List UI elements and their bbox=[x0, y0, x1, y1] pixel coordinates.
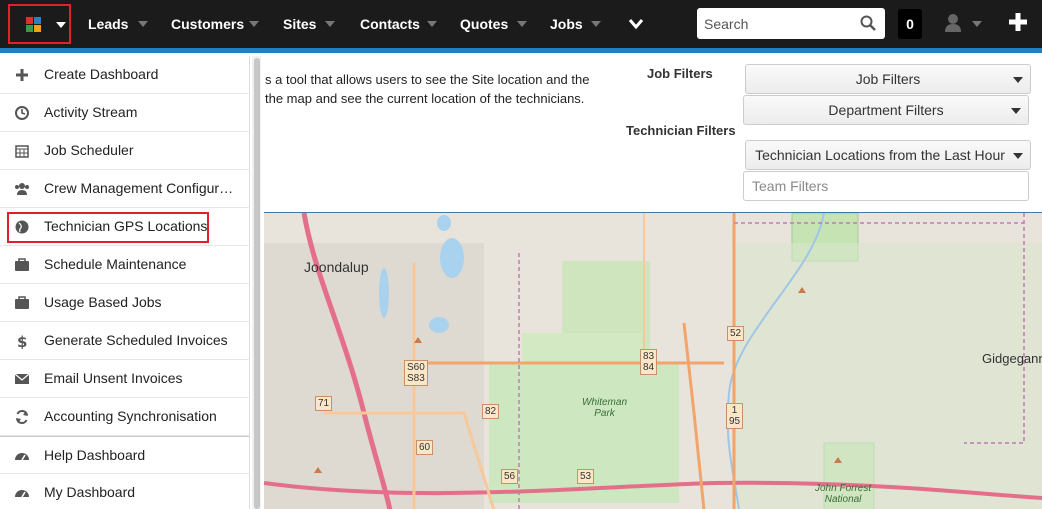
road-shield: S60 S83 bbox=[404, 360, 428, 386]
menu-item-crew-management[interactable]: Crew Management Configurati… bbox=[0, 170, 250, 208]
chevron-down-icon bbox=[1013, 153, 1023, 159]
select-value: Technician Locations from the Last Hour bbox=[755, 147, 1005, 163]
menu-item-usage-based-jobs[interactable]: Usage Based Jobs bbox=[0, 284, 250, 322]
map-label-joondalup: Joondalup bbox=[304, 259, 369, 275]
menu-item-accounting-synchronisation[interactable]: Accounting Synchronisation bbox=[0, 398, 250, 436]
search-input[interactable] bbox=[697, 8, 847, 39]
team-filters-field[interactable] bbox=[743, 171, 1029, 201]
menu-item-job-scheduler[interactable]: Job Scheduler bbox=[0, 132, 250, 170]
menu-item-label: Accounting Synchronisation bbox=[44, 408, 217, 424]
map-label-whiteman-park: Whiteman Park bbox=[582, 397, 628, 419]
job-filters-select[interactable]: Job Filters bbox=[745, 64, 1031, 94]
selection-highlight-box bbox=[7, 212, 209, 243]
briefcase-icon bbox=[15, 296, 29, 309]
nav-sites[interactable]: Sites bbox=[283, 0, 316, 48]
page-description: s a tool that allows users to see the Si… bbox=[265, 70, 589, 108]
svg-text:$: $ bbox=[17, 333, 27, 349]
menu-item-my-dashboard[interactable]: My Dashboard bbox=[0, 474, 250, 509]
dollar-icon: $ bbox=[17, 333, 27, 349]
menu-item-help-dashboard[interactable]: Help Dashboard bbox=[0, 436, 250, 474]
map-label-gidgegannup: Gidgegann bbox=[982, 351, 1042, 366]
briefcase-icon bbox=[15, 258, 29, 271]
road-shield: 56 bbox=[501, 469, 519, 484]
menu-item-label: Email Unsent Invoices bbox=[44, 370, 183, 386]
app-logo-icon bbox=[26, 17, 42, 33]
road-shield: 1 95 bbox=[726, 403, 744, 429]
search-icon[interactable] bbox=[860, 15, 876, 32]
technician-locations-select[interactable]: Technician Locations from the Last Hour bbox=[745, 140, 1031, 170]
plus-icon bbox=[16, 69, 28, 81]
nav-customers[interactable]: Customers bbox=[171, 0, 244, 48]
chevron-down-icon bbox=[56, 22, 66, 28]
chevron-down-icon[interactable] bbox=[517, 21, 527, 27]
menu-item-email-unsent-invoices[interactable]: Email Unsent Invoices bbox=[0, 360, 250, 398]
menu-scrollbar-thumb[interactable] bbox=[254, 58, 260, 509]
road-shield: 83 84 bbox=[640, 349, 658, 375]
menu-item-activity-stream[interactable]: Activity Stream bbox=[0, 94, 250, 132]
nav-quotes[interactable]: Quotes bbox=[460, 0, 508, 48]
road-shield: 52 bbox=[727, 326, 745, 341]
nav-jobs[interactable]: Jobs bbox=[550, 0, 583, 48]
department-filters-select[interactable]: Department Filters bbox=[743, 95, 1029, 125]
menu-item-label: Crew Management Configurati… bbox=[44, 180, 240, 196]
users-icon bbox=[15, 183, 29, 195]
search-box[interactable] bbox=[697, 8, 885, 39]
technician-filters-label: Technician Filters bbox=[626, 123, 736, 138]
chevron-down-icon[interactable] bbox=[249, 21, 259, 27]
dashboard-icon bbox=[15, 453, 29, 461]
chevron-down-icon[interactable] bbox=[427, 21, 437, 27]
more-menu-chevron-icon[interactable] bbox=[628, 18, 644, 30]
chevron-down-icon[interactable] bbox=[138, 21, 148, 27]
menu-item-label: Activity Stream bbox=[44, 104, 138, 120]
app-menu-button[interactable] bbox=[8, 4, 71, 44]
clock-icon bbox=[15, 106, 29, 120]
road-shield: 82 bbox=[482, 404, 500, 419]
road-shield: 60 bbox=[416, 440, 434, 455]
map-label-john-forrest: John Forrest National bbox=[815, 483, 872, 505]
calendar-icon bbox=[15, 145, 29, 158]
select-value: Job Filters bbox=[855, 71, 921, 87]
sync-icon bbox=[16, 409, 28, 425]
menu-item-schedule-maintenance[interactable]: Schedule Maintenance bbox=[0, 246, 250, 284]
menu-item-label: Schedule Maintenance bbox=[44, 256, 187, 272]
menu-item-label: Create Dashboard bbox=[44, 66, 159, 82]
dashboard-icon bbox=[15, 490, 29, 498]
road-shield: 71 bbox=[315, 396, 333, 411]
nav-leads[interactable]: Leads bbox=[88, 0, 128, 48]
nav-contacts[interactable]: Contacts bbox=[360, 0, 420, 48]
menu-item-label: Help Dashboard bbox=[44, 447, 146, 463]
menu-item-label: Generate Scheduled Invoices bbox=[44, 332, 228, 348]
chevron-down-icon[interactable] bbox=[972, 21, 982, 27]
app-dropdown-menu: Create Dashboard Activity Stream Job Sch… bbox=[0, 56, 250, 509]
chevron-down-icon bbox=[1011, 108, 1021, 114]
user-avatar-icon[interactable] bbox=[944, 13, 962, 33]
notification-count-badge[interactable]: 0 bbox=[898, 9, 922, 39]
technician-map[interactable]: Joondalup Whiteman Park Gidgegann John F… bbox=[264, 212, 1042, 509]
road-shield: 53 bbox=[577, 469, 595, 484]
menu-item-generate-scheduled-invoices[interactable]: $ Generate Scheduled Invoices bbox=[0, 322, 250, 360]
job-filters-label: Job Filters bbox=[647, 66, 713, 81]
menu-item-label: Usage Based Jobs bbox=[44, 294, 162, 310]
select-value: Department Filters bbox=[828, 102, 944, 118]
add-icon[interactable] bbox=[1008, 12, 1028, 32]
chevron-down-icon bbox=[1013, 77, 1023, 83]
chevron-down-icon[interactable] bbox=[591, 21, 601, 27]
description-line: s a tool that allows users to see the Si… bbox=[265, 72, 590, 87]
description-line: the map and see the current location of … bbox=[265, 91, 585, 106]
chevron-down-icon[interactable] bbox=[325, 21, 335, 27]
top-navbar: Leads Customers Sites Contacts Quotes Jo… bbox=[0, 0, 1042, 48]
menu-item-create-dashboard[interactable]: Create Dashboard bbox=[0, 56, 250, 94]
menu-item-label: My Dashboard bbox=[44, 484, 136, 500]
envelope-icon bbox=[14, 373, 30, 384]
team-filters-input[interactable] bbox=[744, 172, 1014, 200]
menu-item-label: Job Scheduler bbox=[44, 142, 134, 158]
nav-accent-bar bbox=[0, 48, 1042, 53]
